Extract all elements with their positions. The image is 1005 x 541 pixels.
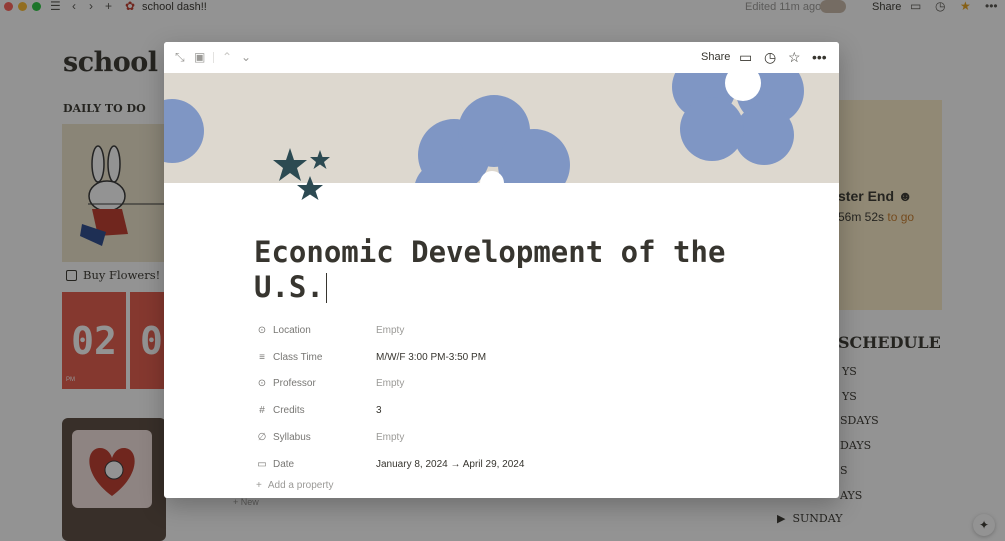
property-credits[interactable]: # Credits 3 — [256, 397, 776, 424]
property-name: ▭ Date — [256, 459, 376, 470]
property-value[interactable]: M/W/F 3:00 PM-3:50 PM — [376, 352, 486, 363]
property-value[interactable]: January 8, 2024 → April 29, 2024 — [376, 459, 524, 470]
property-label: Date — [273, 458, 295, 470]
document-title-line1: Economic Development of the — [254, 235, 726, 269]
property-name: # Credits — [256, 405, 376, 416]
text-lines-icon: ≡ — [259, 351, 265, 363]
property-name: ⊙ Professor — [256, 378, 376, 389]
chevron-down-icon[interactable]: ⌄ — [241, 49, 251, 65]
comment-icon[interactable]: ▭ — [739, 48, 752, 66]
toolbar-divider — [213, 52, 214, 63]
calendar-icon: ▭ — [257, 458, 267, 470]
document-title-line2: U.S. — [254, 270, 324, 304]
add-property-label: Add a property — [267, 480, 334, 491]
page-peek-modal: ⤡ ▣ ⌃ ⌄ Share ▭ ◷ ☆ ••• Economic Develop… — [164, 42, 839, 498]
property-value[interactable]: Empty — [376, 378, 404, 389]
property-name: ∅ Syllabus — [256, 432, 376, 443]
property-location[interactable]: ⊙ Location Empty — [256, 317, 776, 344]
property-label: Credits — [273, 405, 305, 417]
property-label: Syllabus — [273, 432, 311, 444]
property-syllabus[interactable]: ∅ Syllabus Empty — [256, 424, 776, 451]
more-options-icon[interactable]: ••• — [812, 48, 827, 66]
property-label: Professor — [273, 378, 316, 390]
hash-icon: # — [259, 405, 265, 417]
property-professor[interactable]: ⊙ Professor Empty — [256, 371, 776, 398]
property-name: ⊙ Location — [256, 325, 376, 336]
favorite-star-icon[interactable]: ☆ — [788, 48, 801, 66]
property-name: ≡ Class Time — [256, 352, 376, 363]
property-label: Class Time — [273, 351, 323, 363]
property-class-time[interactable]: ≡ Class Time M/W/F 3:00 PM-3:50 PM — [256, 344, 776, 371]
cover-image[interactable] — [164, 73, 839, 183]
property-label: Location — [273, 324, 311, 336]
person-icon: ⊙ — [257, 378, 267, 390]
add-property-button[interactable]: + Add a property — [256, 480, 333, 491]
peek-mode-icon[interactable]: ▣ — [194, 49, 205, 65]
text-caret — [325, 272, 327, 303]
property-value[interactable]: Empty — [376, 432, 404, 443]
modal-share-button[interactable]: Share — [701, 50, 730, 64]
property-list: ⊙ Location Empty ≡ Class Time M/W/F 3:00… — [256, 317, 776, 478]
property-value[interactable]: 3 — [376, 405, 382, 416]
document-title[interactable]: Economic Development of the U.S. — [254, 235, 774, 305]
property-date[interactable]: ▭ Date January 8, 2024 → April 29, 2024 — [256, 451, 776, 478]
document-title-line2-wrap: U.S. — [254, 270, 774, 305]
property-value[interactable]: Empty — [376, 325, 404, 336]
expand-arrows-icon[interactable]: ⤡ — [175, 49, 185, 65]
modal-toolbar: ⤡ ▣ ⌃ ⌄ Share ▭ ◷ ☆ ••• — [164, 42, 839, 73]
chevron-up-icon[interactable]: ⌃ — [222, 49, 232, 65]
paperclip-icon: ∅ — [257, 432, 267, 444]
location-icon: ⊙ — [257, 324, 267, 336]
history-clock-icon[interactable]: ◷ — [764, 48, 776, 66]
page-stars-icon[interactable] — [270, 146, 334, 210]
plus-icon: + — [256, 480, 262, 491]
